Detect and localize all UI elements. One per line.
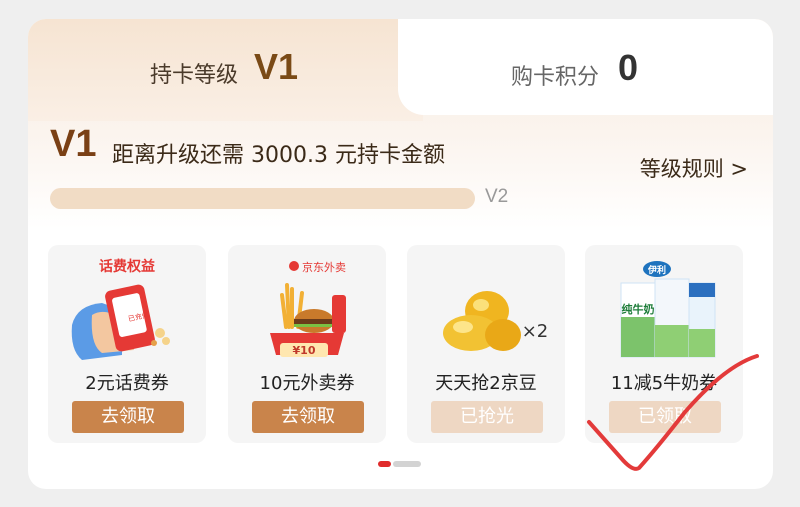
pager-dot-inactive[interactable] [393, 461, 421, 467]
coupon-badge-text: ¥10 [293, 344, 316, 357]
brand-logo-text: 伊利 [647, 264, 666, 276]
claim-button[interactable]: 去领取 [252, 401, 364, 433]
claimed-button[interactable]: 已领取 [609, 401, 721, 433]
coupon-name: 天天抢2京豆 [435, 373, 537, 394]
pager-dot-active[interactable] [378, 461, 391, 467]
claim-button[interactable]: 去领取 [72, 401, 184, 433]
current-level-badge: V1 [50, 123, 97, 165]
coupon-name: 10元外卖券 [259, 373, 355, 394]
coupon-card-food-delivery: 京东外卖 ¥10 10元外卖券 去领取 [228, 245, 386, 443]
sold-out-button[interactable]: 已抢光 [431, 401, 543, 433]
coupon-name: 11减5牛奶券 [610, 373, 718, 394]
image-caption-text: 话费权益 [99, 258, 155, 275]
membership-card: 持卡等级 V1 购卡积分 0 V1 距离升级还需 3000.3 元持卡金额 等级… [28, 19, 773, 489]
milk-box-image: 伊利 纯牛奶 [620, 261, 716, 358]
tab-points-label: 购卡积分 [511, 65, 600, 90]
tab-points-value: 0 [618, 47, 639, 88]
coupon-card-phone-credit: 话费权益 已充值 2元话费券 去领取 [48, 245, 206, 443]
image-caption-text: 京东外卖 [302, 260, 346, 274]
next-level-label: V2 [485, 186, 509, 207]
multiplier-text: ×2 [522, 321, 549, 342]
level-progress-bar [50, 188, 475, 209]
tab-level-label: 持卡等级 [150, 63, 239, 88]
jingdou-beans-image: ×2 [443, 291, 549, 351]
phone-credit-image: 话费权益 已充值 [71, 258, 170, 360]
product-name-text: 纯牛奶 [622, 302, 655, 316]
carousel-pager [378, 461, 422, 467]
upgrade-requirement-text: 距离升级还需 3000.3 元持卡金额 [112, 143, 445, 168]
tab-level-value: V1 [254, 46, 299, 87]
coupon-name: 2元话费券 [85, 373, 169, 394]
coupon-card-jingdou: ×2 天天抢2京豆 已抢光 [407, 245, 565, 443]
level-rules-link[interactable]: 等级规则 > [640, 153, 748, 183]
food-delivery-image: 京东外卖 ¥10 [270, 260, 346, 357]
coupon-card-milk: 伊利 纯牛奶 11减5牛奶券 已领取 [585, 245, 743, 443]
